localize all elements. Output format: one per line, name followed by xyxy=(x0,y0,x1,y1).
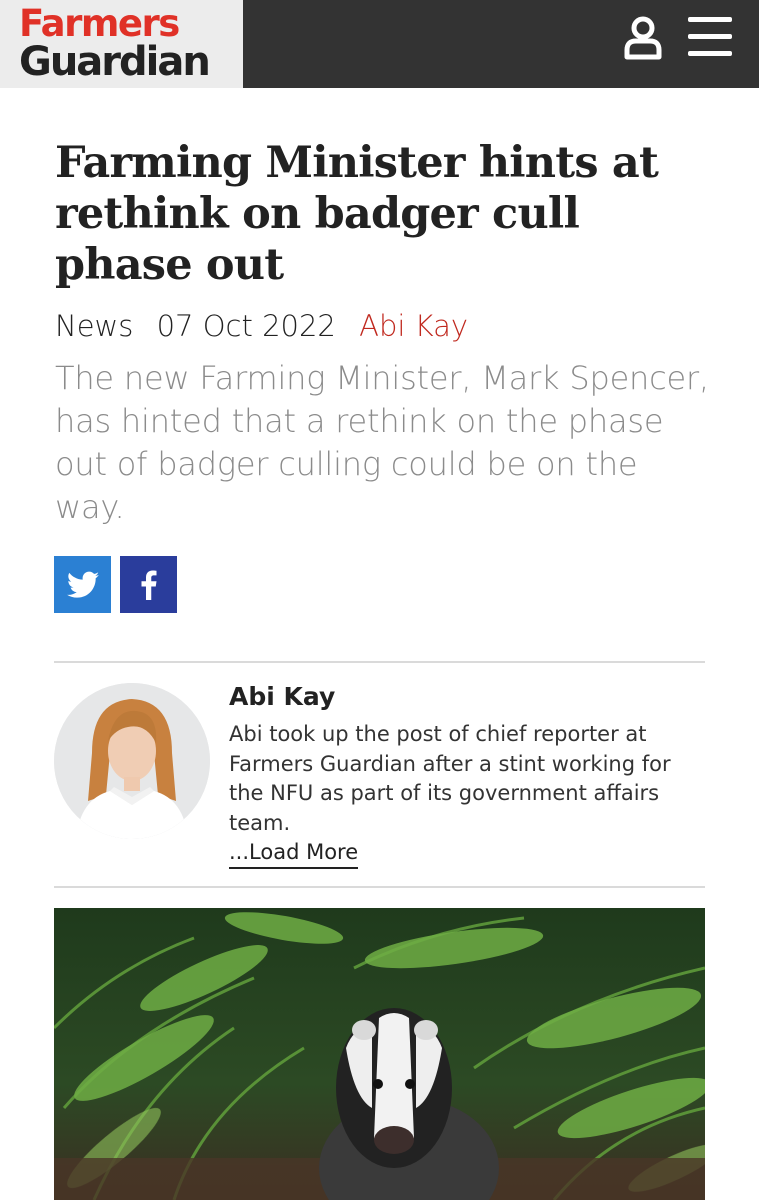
hamburger-menu-icon xyxy=(688,17,732,56)
badger-photo xyxy=(54,908,705,1200)
menu-button[interactable] xyxy=(686,14,734,60)
article-title: Farming Minister hints at rethink on bad… xyxy=(55,138,659,290)
site-logo[interactable]: Farmers Guardian xyxy=(0,0,243,88)
account-button[interactable] xyxy=(620,14,666,60)
author-box-top-divider xyxy=(54,661,705,663)
author-avatar xyxy=(54,683,210,839)
author-portrait xyxy=(54,683,210,839)
twitter-bird-icon xyxy=(66,571,99,598)
logo-line-1: Farmers xyxy=(19,2,180,45)
article-meta: News 07 Oct 2022 Abi Kay xyxy=(55,306,482,346)
facebook-f-icon xyxy=(141,569,156,600)
author-box-bottom-divider xyxy=(54,886,705,888)
author-bio: Abi took up the post of chief reporter a… xyxy=(229,722,671,835)
article-category[interactable]: News xyxy=(55,309,133,343)
article-author-link[interactable]: Abi Kay xyxy=(359,309,468,343)
share-facebook-button[interactable] xyxy=(120,556,177,613)
article-hero-image xyxy=(54,908,705,1200)
load-more-link[interactable]: ...Load More xyxy=(229,837,359,869)
user-icon xyxy=(624,16,662,60)
top-navigation-bar: Farmers Guardian xyxy=(0,0,759,88)
share-twitter-button[interactable] xyxy=(54,556,111,613)
author-name[interactable]: Abi Kay xyxy=(229,680,335,714)
logo-line-2: Guardian xyxy=(19,39,211,85)
article-date: 07 Oct 2022 xyxy=(156,309,336,343)
article-standfirst: The new Farming Minister, Mark Spencer, … xyxy=(55,359,709,526)
